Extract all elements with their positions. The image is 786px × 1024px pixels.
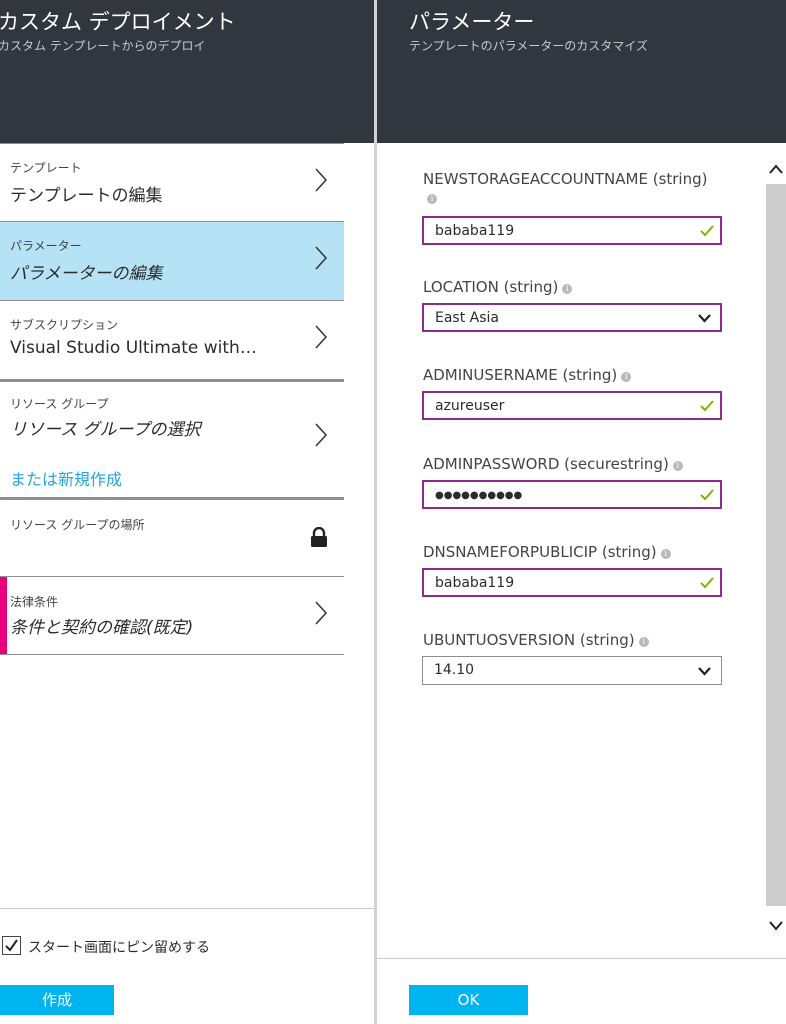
- list-item-subscription[interactable]: サブスクリプション Visual Studio Ultimate with…: [0, 300, 344, 379]
- param-label: DNSNAMEFORPUBLICIP (string) i: [423, 543, 671, 561]
- blade-header: カスタム デプロイメント カスタム テンプレートからのデプロイ: [0, 0, 374, 143]
- item-label: サブスクリプション: [10, 318, 119, 332]
- param-label: UBUNTUOSVERSION (string) i: [423, 631, 649, 649]
- field-value: bababa119: [435, 575, 515, 591]
- checkmark-icon: [5, 939, 18, 952]
- parameters-blade: パラメーター テンプレートのパラメーターのカスタマイズ NEWSTORAGEAC…: [377, 0, 786, 1024]
- item-value: リソース グループの選択: [10, 420, 201, 440]
- list-item-resource-group-location: リソース グループの場所: [0, 497, 344, 576]
- chevron-right-icon: [315, 246, 328, 270]
- create-new-link[interactable]: または新規作成: [10, 466, 122, 490]
- info-icon[interactable]: i: [621, 372, 632, 382]
- list-item-legal-terms[interactable]: 法律条件 条件と契約の確認(既定): [0, 576, 344, 655]
- field-value: azureuser: [435, 398, 505, 414]
- item-label: パラメーター: [10, 239, 82, 253]
- pin-to-start-label[interactable]: スタート画面にピン留めする: [28, 937, 210, 957]
- param-label: LOCATION (string) i: [423, 278, 573, 296]
- create-button[interactable]: 作成: [0, 985, 114, 1015]
- field-value: bababa119: [435, 223, 515, 239]
- newstorageaccountname-input[interactable]: bababa119: [422, 216, 722, 245]
- chevron-down-icon: [698, 314, 711, 323]
- blade-subtitle: テンプレートのパラメーターのカスタマイズ: [409, 39, 648, 53]
- chevron-right-icon: [315, 423, 328, 447]
- info-icon[interactable]: i: [562, 284, 573, 294]
- item-value: 条件と契約の確認(既定): [10, 618, 194, 638]
- location-select[interactable]: East Asia: [422, 303, 722, 332]
- blade-title: カスタム デプロイメント: [0, 10, 236, 34]
- ubuntuosversion-select[interactable]: 14.10: [422, 656, 722, 685]
- item-value: パラメーターの編集: [10, 264, 163, 284]
- list-item-resource-group[interactable]: リソース グループ リソース グループの選択 または新規作成: [0, 379, 344, 497]
- scroll-down-arrow-icon[interactable]: [768, 920, 784, 932]
- valid-check-icon: [700, 489, 714, 501]
- chevron-right-icon: [315, 168, 328, 192]
- item-value: Visual Studio Ultimate with…: [10, 338, 257, 358]
- info-icon[interactable]: i: [672, 461, 683, 471]
- ok-button[interactable]: OK: [409, 985, 528, 1015]
- valid-check-icon: [700, 400, 714, 412]
- valid-check-icon: [700, 577, 714, 589]
- item-label: リソース グループの場所: [10, 518, 145, 532]
- info-icon[interactable]: i: [638, 637, 649, 647]
- blade-header: パラメーター テンプレートのパラメーターのカスタマイズ: [377, 0, 786, 143]
- required-indicator: [0, 577, 7, 654]
- item-value: テンプレートの編集: [10, 186, 163, 206]
- list-item-template[interactable]: テンプレート テンプレートの編集: [0, 143, 344, 221]
- chevron-right-icon: [315, 325, 328, 349]
- param-label: ADMINUSERNAME (string) i: [423, 366, 632, 384]
- field-value: ●●●●●●●●●●: [435, 490, 523, 501]
- param-label: NEWSTORAGEACCOUNTNAME (string) i: [423, 170, 708, 204]
- blade-subtitle: カスタム テンプレートからのデプロイ: [0, 39, 206, 53]
- scroll-up-arrow-icon[interactable]: [768, 163, 784, 175]
- blade-title: パラメーター: [409, 10, 535, 34]
- scrollbar-thumb[interactable]: [766, 184, 786, 906]
- item-label: 法律条件: [10, 595, 59, 609]
- custom-deployment-blade: カスタム デプロイメント カスタム テンプレートからのデプロイ テンプレート テ…: [0, 0, 374, 1024]
- chevron-right-icon: [315, 601, 328, 625]
- list-item-parameters[interactable]: パラメーター パラメーターの編集: [0, 221, 344, 300]
- param-label: ADMINPASSWORD (securestring) i: [423, 455, 683, 473]
- lock-icon: [311, 527, 327, 547]
- adminusername-input[interactable]: azureuser: [422, 391, 722, 420]
- chevron-down-icon: [698, 667, 711, 676]
- info-icon[interactable]: i: [660, 549, 671, 559]
- item-label: テンプレート: [10, 161, 82, 175]
- adminpassword-input[interactable]: ●●●●●●●●●●: [422, 480, 722, 509]
- item-label: リソース グループ: [10, 397, 109, 411]
- field-value: East Asia: [435, 310, 499, 326]
- dnsnameforpublicip-input[interactable]: bababa119: [422, 568, 722, 597]
- field-value: 14.10: [434, 662, 475, 678]
- info-icon[interactable]: i: [427, 194, 437, 204]
- pin-to-start-checkbox[interactable]: [2, 936, 21, 955]
- valid-check-icon: [700, 225, 714, 237]
